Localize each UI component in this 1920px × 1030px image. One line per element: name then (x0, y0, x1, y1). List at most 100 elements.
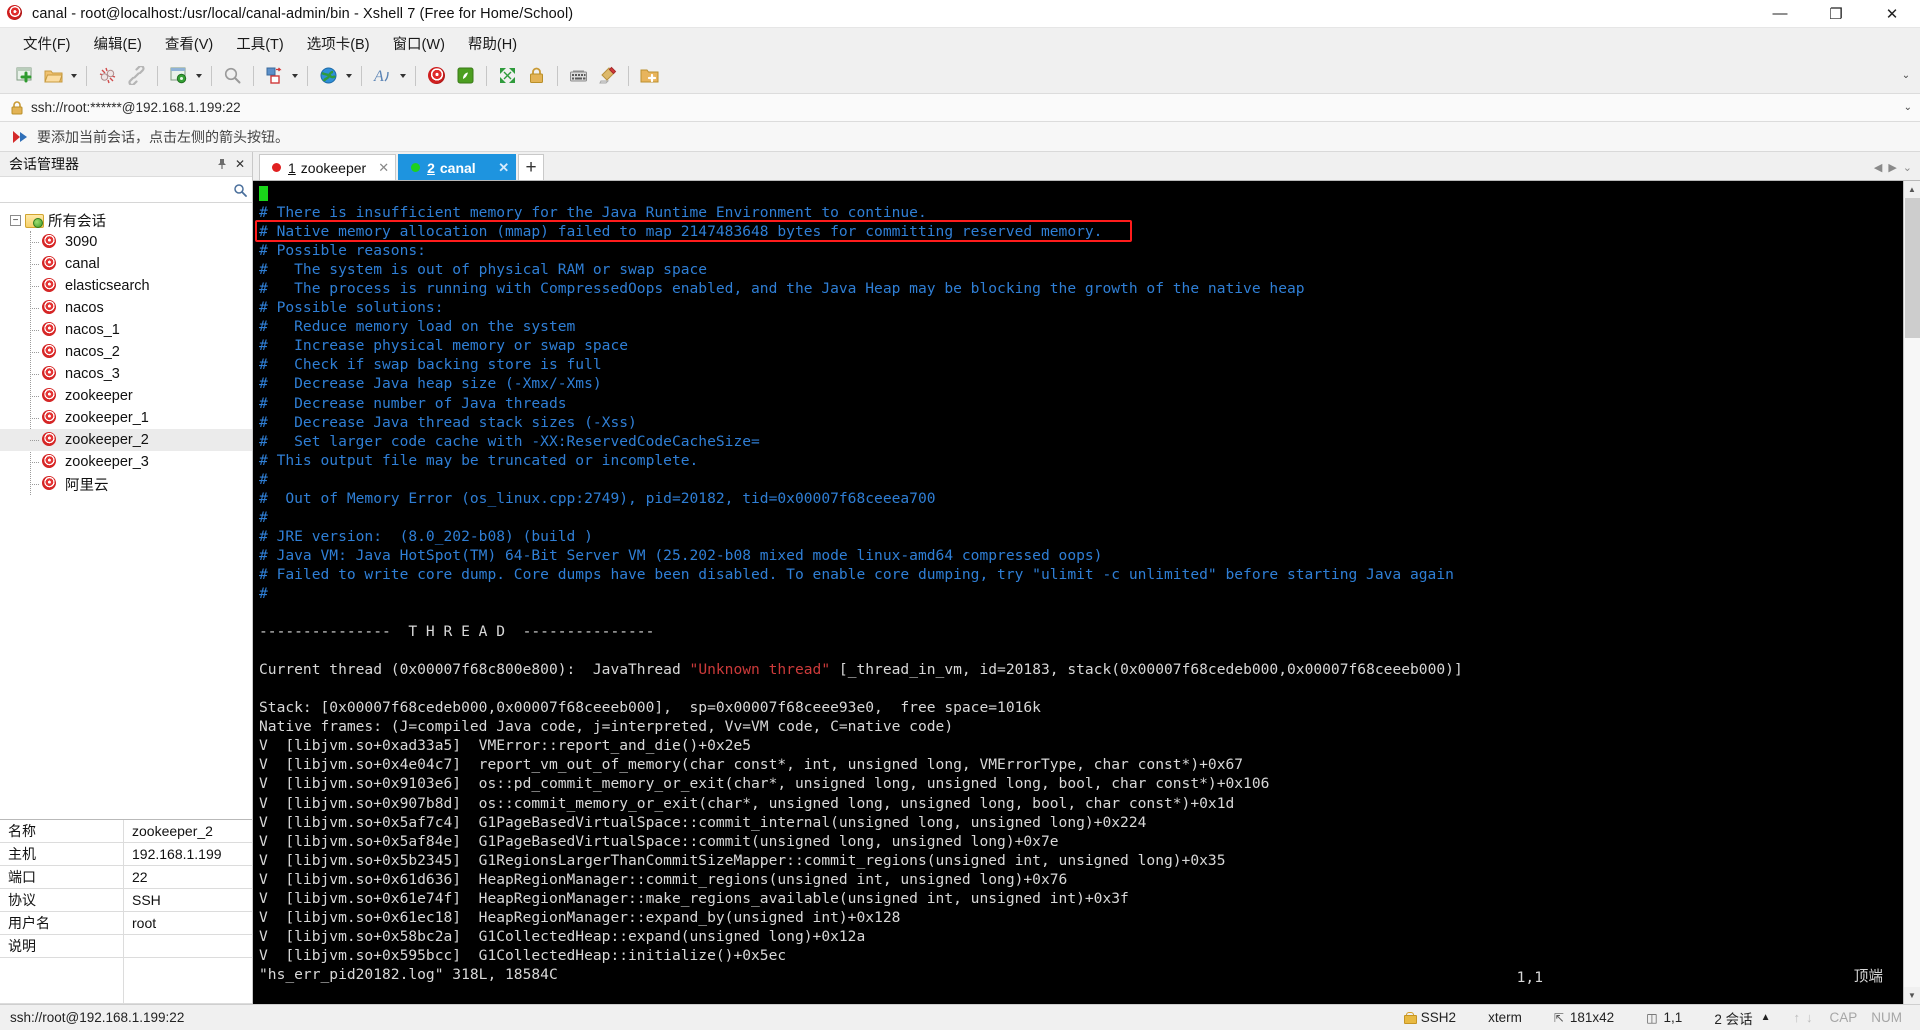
xftp-icon[interactable] (452, 62, 479, 89)
menu-view[interactable]: 查看(V) (156, 29, 222, 58)
add-folder-icon[interactable] (636, 62, 663, 89)
sidebar-item-elasticsearch[interactable]: elasticsearch (0, 275, 252, 297)
terminal-line: # Decrease number of Java threads (259, 394, 567, 412)
property-value: zookeeper_2 (132, 823, 213, 839)
terminal-line: V [libjvm.so+0x907b8d] os::commit_memory… (259, 794, 1235, 812)
tab-scroll-left-icon[interactable]: ◀ (1874, 161, 1882, 174)
tree-branch-line (30, 440, 39, 441)
lock-icon[interactable] (523, 62, 550, 89)
reconnect-icon[interactable] (123, 62, 150, 89)
sidebar-item-3090[interactable]: 3090 (0, 231, 252, 253)
search-input[interactable] (6, 182, 232, 197)
sidebar-item-阿里云[interactable]: 阿里云 (0, 473, 252, 495)
sidebar-item-zookeeper_1[interactable]: zookeeper_1 (0, 407, 252, 429)
status-cursor[interactable]: ◫ 1,1 (1630, 1010, 1698, 1025)
tab-list-chevron-down-icon[interactable]: ⌄ (1903, 161, 1912, 174)
tab-close-icon[interactable]: ✕ (366, 160, 389, 176)
sidebar-item-nacos[interactable]: nacos (0, 297, 252, 319)
new-tab-button[interactable]: + (518, 154, 545, 180)
toolbar-collapse-chevron-icon[interactable]: ⌄ (1898, 62, 1914, 89)
scrollbar-track[interactable] (1903, 198, 1920, 987)
tab-zookeeper[interactable]: 1 zookeeper ✕ (259, 154, 397, 180)
sidebar-item-nacos_1[interactable]: nacos_1 (0, 319, 252, 341)
tree-branch-line (30, 396, 39, 397)
open-folder-icon[interactable] (40, 62, 67, 89)
menu-window[interactable]: 窗口(W) (384, 29, 454, 58)
menu-edit[interactable]: 编辑(E) (85, 29, 151, 58)
sidebar-item-nacos_3[interactable]: nacos_3 (0, 363, 252, 385)
session-properties-chevron-down-icon[interactable] (193, 62, 205, 89)
web-browser-chevron-down-icon[interactable] (343, 62, 355, 89)
minimize-button[interactable]: — (1752, 0, 1808, 27)
tab-close-icon[interactable]: ✕ (486, 160, 509, 176)
property-key: 主机 (0, 843, 124, 865)
status-security[interactable]: SSH2 (1388, 1010, 1472, 1025)
close-button[interactable]: ✕ (1864, 0, 1920, 27)
panel-close-icon[interactable]: ✕ (232, 156, 248, 172)
menu-file[interactable]: 文件(F) (14, 29, 80, 58)
maximize-button[interactable]: ❐ (1808, 0, 1864, 27)
transfer-file-icon[interactable] (261, 62, 288, 89)
terminal-output[interactable]: # There is insufficient memory for the J… (253, 181, 1903, 1004)
property-value: 22 (132, 869, 148, 885)
search-icon[interactable] (219, 62, 246, 89)
terminal-line: # Check if swap backing store is full (259, 356, 602, 374)
toolbar-separator (307, 65, 308, 86)
keyboard-icon[interactable] (565, 62, 592, 89)
terminal-line: # Native memory allocation (mmap) failed… (259, 223, 1103, 241)
sidebar-item-canal[interactable]: canal (0, 253, 252, 275)
tab-canal[interactable]: 2 canal ✕ (398, 154, 517, 180)
property-key: 用户名 (0, 912, 124, 934)
menu-tools[interactable]: 工具(T) (227, 29, 293, 58)
scroll-up-icon[interactable]: ▲ (1903, 181, 1920, 198)
sidebar-item-zookeeper_3[interactable]: zookeeper_3 (0, 451, 252, 473)
menu-help[interactable]: 帮助(H) (459, 29, 526, 58)
scroll-down-icon[interactable]: ▼ (1903, 987, 1920, 1004)
sessions-caret-up-icon[interactable]: ▲ (1761, 1012, 1771, 1023)
disconnect-icon[interactable] (94, 62, 121, 89)
web-browser-icon[interactable] (315, 62, 342, 89)
tree-root-all-sessions[interactable]: − 所有会话 (0, 209, 252, 231)
status-terminal-type[interactable]: xterm (1472, 1010, 1538, 1025)
transfer-file-chevron-down-icon[interactable] (289, 62, 301, 89)
font-chevron-down-icon[interactable] (397, 62, 409, 89)
property-value (124, 935, 252, 957)
font-icon[interactable]: A (369, 62, 396, 89)
scrollbar-thumb[interactable] (1904, 198, 1920, 338)
session-properties-icon[interactable] (165, 62, 192, 89)
xshell-icon[interactable] (423, 62, 450, 89)
terminal-line: V [libjvm.so+0x5af7c4] G1PageBasedVirtua… (259, 813, 1147, 831)
sidebar-item-nacos_2[interactable]: nacos_2 (0, 341, 252, 363)
session-icon (40, 320, 58, 338)
address-bar[interactable]: ssh://root:******@192.168.1.199:22 ⌄ (0, 94, 1920, 122)
expander-icon[interactable]: − (10, 214, 21, 226)
terminal-scrollbar[interactable]: ▲ ▼ (1903, 181, 1920, 1004)
property-key: 名称 (0, 820, 124, 842)
highlight-icon[interactable] (594, 62, 621, 89)
status-sessions[interactable]: 2 会话 ▲ (1698, 1008, 1786, 1028)
status-size-label: 181x42 (1569, 1010, 1615, 1025)
terminal-line: # Reduce memory load on the system (259, 318, 576, 336)
session-tree[interactable]: − 所有会话 3090 canal elasticsearch nacos nacos_… (0, 203, 252, 819)
pin-icon[interactable] (214, 156, 230, 172)
sidebar-item-zookeeper_2[interactable]: zookeeper_2 (0, 429, 252, 451)
menu-tab[interactable]: 选项卡(B) (298, 29, 379, 58)
session-search-row[interactable] (0, 177, 252, 203)
terminal-text: [_thread_in_vm, id=20183, stack(0x00007f… (830, 661, 1463, 679)
sidebar-item-zookeeper[interactable]: zookeeper (0, 385, 252, 407)
new-session-icon[interactable] (11, 62, 38, 89)
sidebar-item-label: zookeeper_1 (65, 410, 149, 426)
open-folder-chevron-down-icon[interactable] (68, 62, 80, 89)
session-icon (40, 298, 58, 316)
toolbar-separator (157, 65, 158, 86)
property-row: 名称 zookeeper_2 (0, 820, 252, 843)
tab-scroll-right-icon[interactable]: ▶ (1888, 161, 1896, 174)
toolbar-separator (253, 65, 254, 86)
status-size[interactable]: ⇱ 181x42 (1538, 1010, 1630, 1025)
tab-number: 2 (427, 159, 435, 176)
search-icon[interactable] (232, 182, 248, 198)
property-row: 协议 SSH (0, 889, 252, 912)
address-chevron-down-icon[interactable]: ⌄ (1904, 102, 1912, 113)
fullscreen-icon[interactable] (494, 62, 521, 89)
